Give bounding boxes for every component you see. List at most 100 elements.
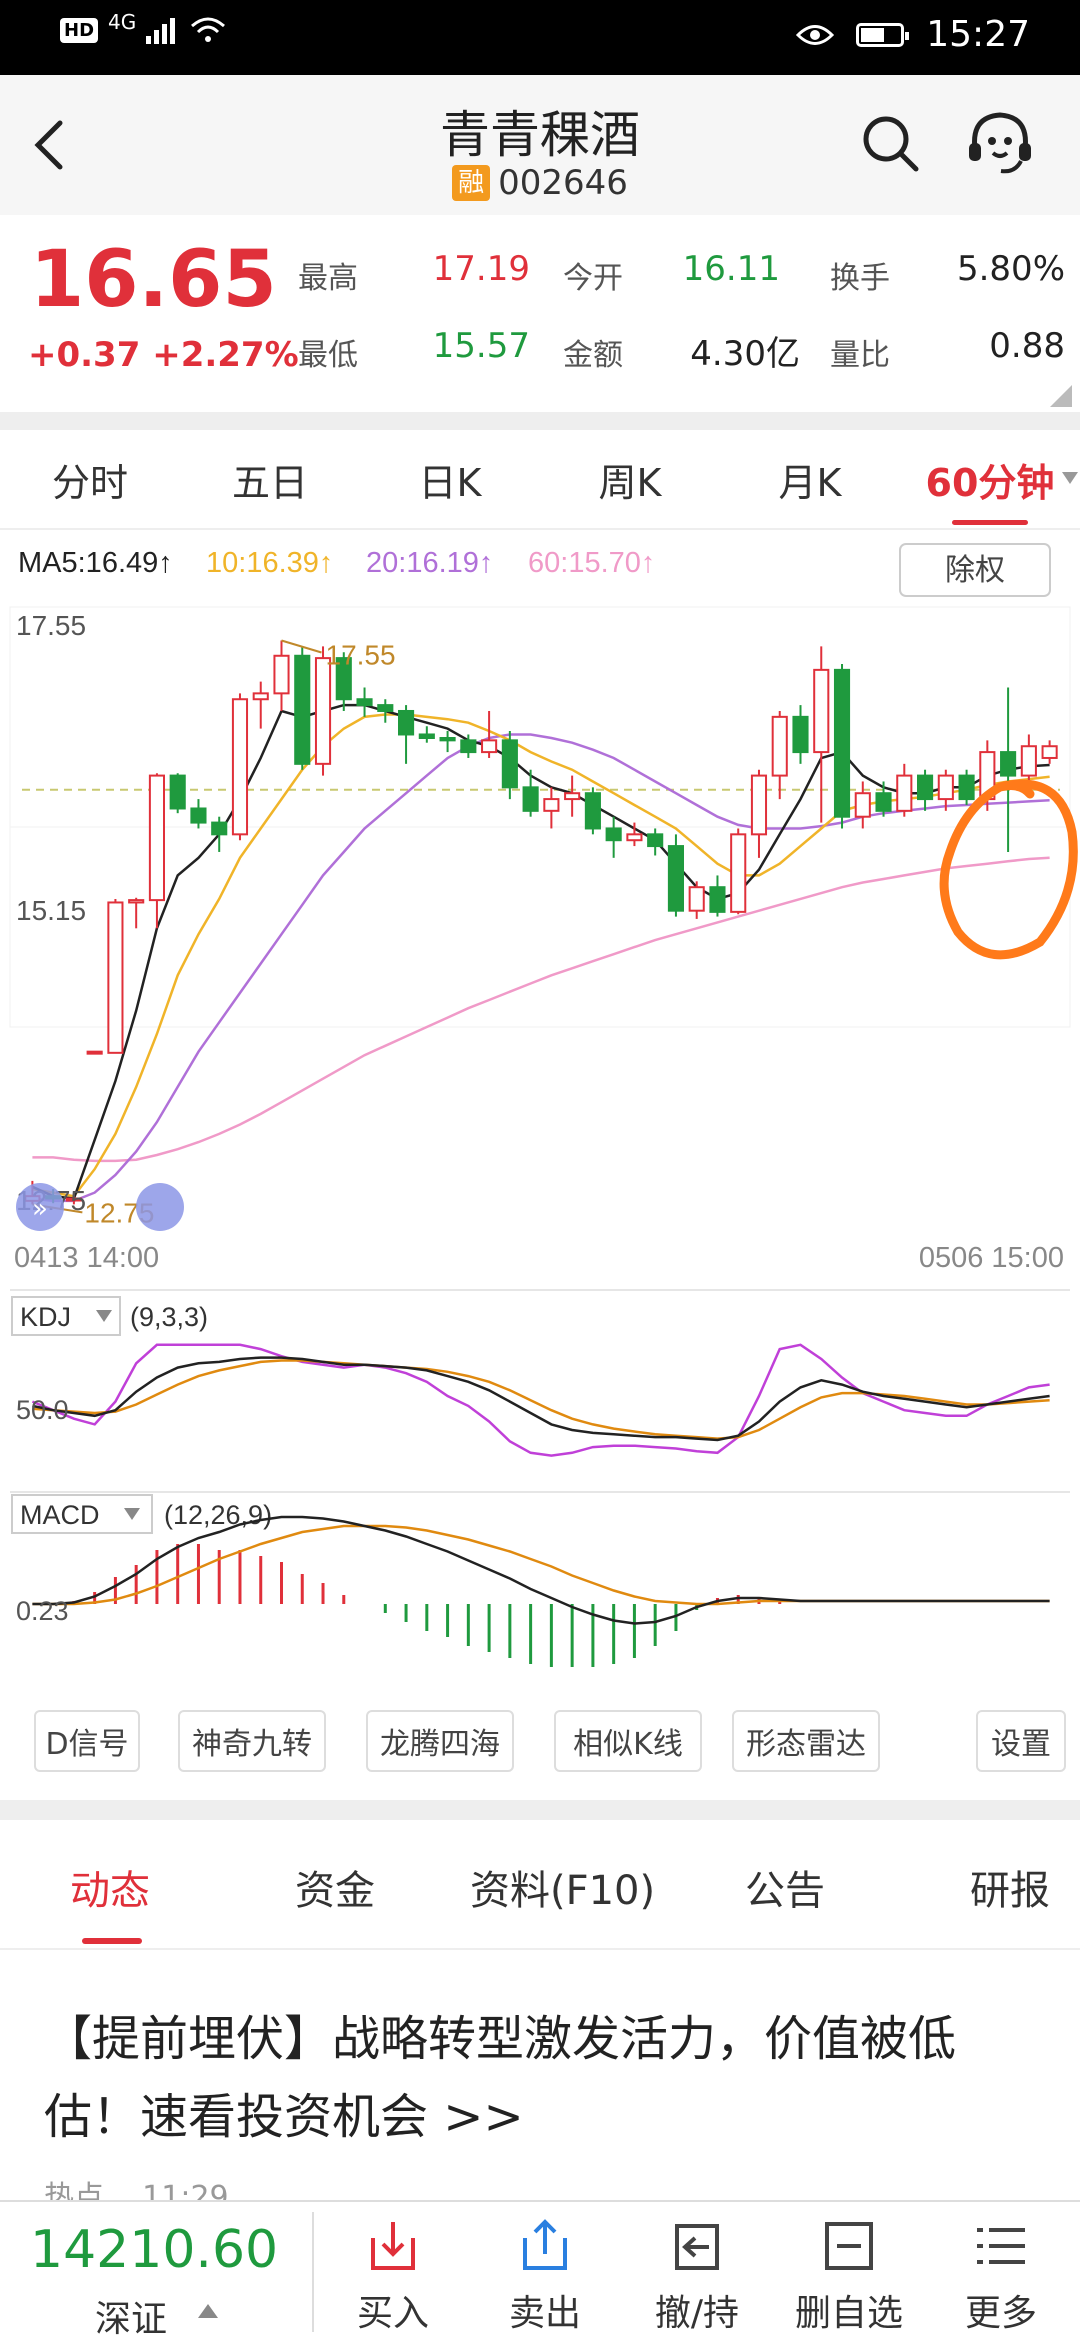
pattern-radar-button[interactable]: 形态雷达 [732, 1710, 880, 1772]
macd-params: (12,26,9) [164, 1500, 272, 1530]
macd-label: MACD [20, 1500, 100, 1530]
candle-down [418, 733, 435, 739]
active-tab-indicator [952, 520, 1028, 525]
right-scroll-handle[interactable] [136, 1183, 184, 1231]
sell-label: 卖出 [508, 2293, 581, 2334]
kdj-axis-label: 50.0 [16, 1395, 69, 1425]
news-item[interactable]: 【提前埋伏】战略转型激发活力，价值被低估！速看投资机会 >> 热点 11:29 [0, 1950, 1080, 2215]
title-bar: 青青稞酒 融 002646 [0, 75, 1080, 215]
divider [0, 1800, 1080, 1820]
candle-down [356, 698, 373, 707]
margin-badge: 融 [452, 165, 491, 201]
active-tab-indicator [82, 1938, 142, 1944]
dragon-button[interactable]: 龙腾四海 [366, 1710, 514, 1772]
sell-button[interactable]: 卖出 [470, 2216, 620, 2336]
candle-down [584, 792, 601, 830]
ma5-legend: MA5:16.49↑ [18, 547, 173, 579]
triangle-down-icon[interactable] [1062, 472, 1078, 484]
ex-rights-button[interactable]: 除权 [899, 543, 1051, 597]
tab-five-day[interactable]: 五日 [190, 452, 350, 507]
kdj-selector[interactable]: KDJ [11, 1296, 121, 1336]
d-signal-button[interactable]: D信号 [34, 1710, 140, 1772]
x-axis-end-label: 0506 15:00 [919, 1242, 1064, 1274]
candle-up [564, 792, 581, 801]
status-bar: HD 4G 15:27 [0, 0, 1080, 75]
x-axis-start-label: 0413 14:00 [14, 1242, 159, 1274]
candle-down [190, 807, 207, 824]
tab-profile[interactable]: 资料(F10) [470, 1858, 655, 1916]
hd-indicator: HD [60, 17, 99, 43]
candle-up [314, 657, 332, 765]
more-label: 更多 [964, 2293, 1037, 2334]
menu-icon [977, 2228, 1025, 2264]
tab-research[interactable]: 研报 [970, 1858, 1050, 1916]
index-name: 深证 [95, 2299, 168, 2340]
candle-down [667, 845, 684, 912]
chatbot-icon[interactable] [965, 109, 1035, 177]
ma10-legend: 10:16.39↑ [206, 547, 333, 579]
quote-panel: 16.65 +0.37 +2.27% 最高 17.19 最低 15.57 今开 … [0, 215, 1080, 415]
open-value: 16.11 [682, 249, 780, 289]
high-value: 17.19 [432, 249, 530, 289]
candle-up [688, 886, 705, 912]
search-icon[interactable] [860, 113, 920, 173]
clock: 15:27 [926, 14, 1030, 55]
signal-icon [146, 18, 176, 44]
ma60-line [32, 856, 1050, 1163]
candle-up [730, 833, 747, 913]
similar-kline-button[interactable]: 相似K线 [554, 1710, 702, 1772]
magic-nine-button[interactable]: 神奇九转 [178, 1710, 326, 1772]
candle-up [626, 833, 643, 842]
candle-up [273, 654, 290, 695]
candle-down [169, 774, 186, 810]
candle-down [875, 792, 892, 812]
divider [312, 2212, 314, 2332]
remove-watchlist-button[interactable]: 删自选 [774, 2216, 924, 2336]
settings-button[interactable]: 设置 [976, 1710, 1066, 1772]
tab-monthly-k[interactable]: 月K [730, 452, 890, 507]
tab-announcements[interactable]: 公告 [745, 1858, 825, 1916]
macd-selector[interactable]: MACD [11, 1494, 153, 1534]
eye-icon [796, 24, 835, 45]
expand-corner-icon[interactable] [1050, 385, 1072, 407]
tab-intraday[interactable]: 分时 [10, 452, 170, 507]
kdj-k-line [32, 1356, 1050, 1442]
kline-chart[interactable]: MA5:16.49↑ 10:16.39↑ 20:16.19↑ 60:15.70↑… [0, 532, 1080, 1692]
candle-down [377, 704, 394, 712]
candle-down [1000, 751, 1017, 777]
candle-down [460, 739, 477, 754]
cancel-hold-button[interactable]: 撤/持 [622, 2216, 772, 2336]
low-value: 15.57 [432, 326, 530, 366]
high-label: 最高 [298, 261, 358, 296]
candle-up [252, 692, 269, 701]
candle-down [501, 739, 518, 789]
tab-capital[interactable]: 资金 [295, 1858, 375, 1916]
tab-60-minute[interactable]: 60分钟 [910, 452, 1070, 507]
candle-up [128, 899, 145, 904]
candle-down [958, 774, 975, 801]
kdj-params: (9,3,3) [130, 1302, 208, 1332]
candle-up [854, 792, 871, 818]
candle-down [709, 886, 726, 913]
buy-button[interactable]: 买入 [318, 2216, 468, 2336]
remove-watchlist-label: 删自选 [794, 2293, 903, 2334]
bottom-trade-bar: 14210.60 深证 买入 卖出 撤/持 删自选 更多 [0, 2200, 1080, 2340]
volume-ratio-value: 0.88 [989, 326, 1065, 366]
candle-down [294, 654, 311, 765]
tab-daily-k[interactable]: 日K [370, 452, 530, 507]
divider [0, 412, 1080, 432]
news-headline[interactable]: 【提前埋伏】战略转型激发活力，价值被低估！速看投资机会 >> [44, 2000, 1034, 2156]
amount-label: 金额 [563, 338, 623, 373]
y-axis-mid-label: 15.15 [16, 895, 86, 926]
left-scroll-handle[interactable]: » [16, 1183, 64, 1231]
tab-weekly-k[interactable]: 周K [550, 452, 710, 507]
macd-dif-line [32, 1515, 1050, 1625]
candle-down [439, 737, 456, 742]
more-button[interactable]: 更多 [926, 2216, 1076, 2336]
candle-down [647, 833, 664, 848]
max-price-marker: 17.55 [326, 639, 396, 670]
info-tabs: 动态 资金 资料(F10) 公告 研报 [0, 1820, 1080, 1950]
candle-up [86, 1050, 103, 1055]
candle-up [750, 774, 768, 836]
tab-news[interactable]: 动态 [70, 1858, 150, 1916]
